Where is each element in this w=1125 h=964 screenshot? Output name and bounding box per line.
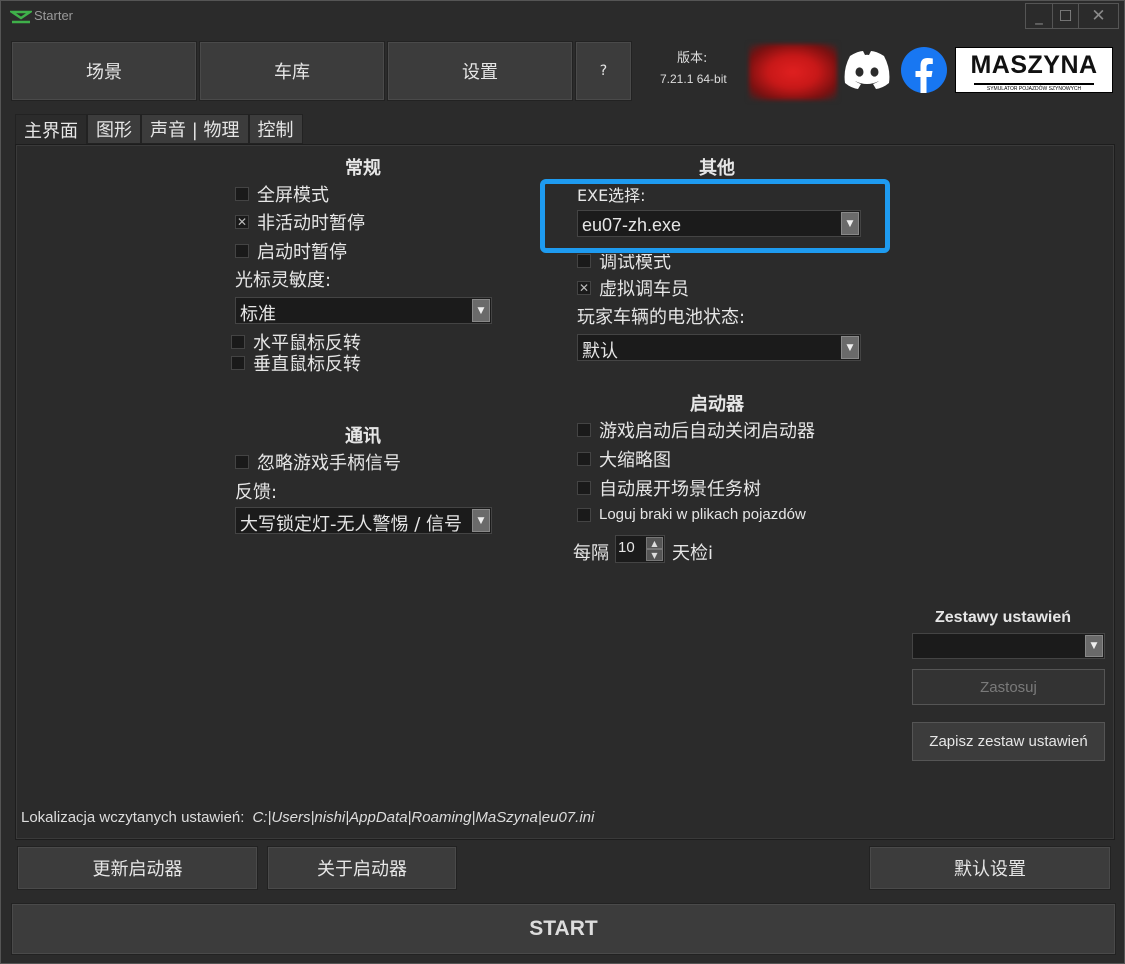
- feedback-select[interactable]: 大写锁定灯-无人警惕 / 信号 ▼: [235, 507, 492, 535]
- maximize-button[interactable]: ☐: [1052, 4, 1078, 28]
- ignore-gamepad-checkbox[interactable]: [235, 455, 249, 469]
- battery-state-select[interactable]: 默认 ▼: [577, 334, 861, 362]
- expand-tree-option[interactable]: 自动展开场景任务树: [577, 475, 761, 501]
- pause-inactive-checkbox[interactable]: ✕: [235, 215, 249, 229]
- ignore-gamepad-label: 忽略游戏手柄信号: [257, 453, 401, 474]
- close-button[interactable]: ✕: [1078, 4, 1118, 28]
- virtual-dispatcher-checkbox[interactable]: ✕: [577, 281, 591, 295]
- save-preset-button[interactable]: Zapisz zestaw ustawień: [912, 722, 1105, 761]
- update-launcher-button[interactable]: 更新启动器: [17, 846, 258, 890]
- chevron-up-icon[interactable]: ▲: [646, 537, 663, 549]
- log-missing-label: Loguj braki w plikach pojazdów: [599, 506, 806, 523]
- large-thumbnails-option[interactable]: 大缩略图: [577, 446, 671, 472]
- comm-heading: 通讯: [345, 426, 381, 447]
- mouse-sensitivity-value: 标准: [240, 304, 276, 325]
- expand-tree-checkbox[interactable]: [577, 481, 591, 495]
- start-button[interactable]: START: [11, 903, 1116, 955]
- pause-inactive-label: 非活动时暂停: [257, 213, 365, 234]
- chevron-down-icon[interactable]: ▼: [472, 509, 490, 532]
- pause-start-option[interactable]: 启动时暂停: [235, 238, 347, 264]
- check-interval-stepper[interactable]: 10 ▲ ▼: [615, 535, 665, 563]
- invert-vertical-checkbox[interactable]: [231, 356, 245, 370]
- auto-close-label: 游戏启动后自动关闭启动器: [599, 421, 815, 442]
- starter-window: Starter _ ☐ ✕ 场景 车库 设置 ? 版本: 7.21.1 64-b…: [0, 0, 1125, 964]
- auto-close-option[interactable]: 游戏启动后自动关闭启动器: [577, 417, 815, 443]
- depot-button[interactable]: 车库: [199, 41, 385, 101]
- chevron-down-icon[interactable]: ▼: [646, 549, 663, 561]
- virtual-dispatcher-label: 虚拟调车员: [599, 279, 689, 300]
- redacted-logo: [749, 44, 837, 100]
- tab-sound-physics[interactable]: 声音 | 物理: [141, 114, 249, 144]
- maszyna-logo-subtitle: SYMULATOR POJAZDÓW SZYNOWYCH: [974, 83, 1094, 92]
- settings-tabs: 主界面 图形 声音 | 物理 控制: [15, 114, 303, 145]
- scenes-button[interactable]: 场景: [11, 41, 197, 101]
- minimize-button[interactable]: _: [1026, 4, 1052, 28]
- invert-vertical-label: 垂直鼠标反转: [253, 354, 361, 375]
- chevron-down-icon[interactable]: ▼: [841, 336, 859, 359]
- maszyna-logo[interactable]: MASZYNA SYMULATOR POJAZDÓW SZYNOWYCH: [955, 47, 1113, 93]
- debug-mode-checkbox[interactable]: [577, 254, 591, 268]
- check-interval-value: 10: [618, 539, 635, 556]
- general-heading: 常规: [345, 158, 381, 179]
- pause-inactive-option[interactable]: ✕ 非活动时暂停: [235, 209, 365, 235]
- chevron-down-icon[interactable]: ▼: [472, 299, 490, 322]
- feedback-label: 反馈:: [235, 482, 278, 503]
- discord-icon[interactable]: [841, 47, 893, 93]
- mouse-sensitivity-select[interactable]: 标准 ▼: [235, 297, 492, 325]
- presets-select[interactable]: ▼: [912, 633, 1105, 659]
- title-bar: Starter _ ☐ ✕: [1, 1, 1124, 33]
- battery-state-value: 默认: [582, 341, 618, 362]
- version-value: 7.21.1 64-bit: [660, 72, 727, 86]
- app-logo-icon: [10, 10, 32, 24]
- large-thumbnails-checkbox[interactable]: [577, 452, 591, 466]
- expand-tree-label: 自动展开场景任务树: [599, 479, 761, 500]
- facebook-icon[interactable]: [901, 47, 947, 93]
- settings-button[interactable]: 设置: [387, 41, 573, 101]
- default-settings-button[interactable]: 默认设置: [869, 846, 1111, 890]
- launcher-heading: 启动器: [690, 394, 744, 415]
- window-controls: _ ☐ ✕: [1025, 3, 1119, 29]
- log-missing-checkbox[interactable]: [577, 507, 591, 522]
- exe-select-highlight: [540, 179, 890, 253]
- presets-heading: Zestawy ustawień: [935, 609, 1072, 626]
- help-button[interactable]: ?: [575, 41, 632, 101]
- tab-graphics[interactable]: 图形: [87, 114, 141, 144]
- chevron-down-icon[interactable]: ▼: [1085, 635, 1103, 657]
- mouse-sensitivity-label: 光标灵敏度:: [235, 270, 332, 291]
- ignore-gamepad-option[interactable]: 忽略游戏手柄信号: [235, 449, 401, 475]
- auto-close-checkbox[interactable]: [577, 423, 591, 437]
- battery-state-label: 玩家车辆的电池状态:: [577, 307, 746, 328]
- settings-location: Lokalizacja wczytanych ustawień: C:|Users…: [21, 809, 594, 826]
- other-heading: 其他: [699, 158, 735, 179]
- stepper-arrows: ▲ ▼: [646, 537, 663, 561]
- fullscreen-label: 全屏模式: [257, 185, 329, 206]
- check-interval-suffix: 天检i: [672, 543, 714, 564]
- invert-vertical-option[interactable]: 垂直鼠标反转: [231, 350, 361, 376]
- fullscreen-checkbox[interactable]: [235, 187, 249, 201]
- maszyna-logo-text: MASZYNA: [970, 51, 1098, 79]
- pause-start-label: 启动时暂停: [257, 242, 347, 263]
- log-missing-option[interactable]: Loguj braki w plikach pojazdów: [577, 506, 806, 523]
- feedback-value: 大写锁定灯-无人警惕 / 信号: [240, 514, 463, 535]
- fullscreen-option[interactable]: 全屏模式: [235, 181, 329, 207]
- settings-location-path: C:|Users|nishi|AppData|Roaming|MaSzyna|e…: [252, 809, 595, 826]
- settings-location-label: Lokalizacja wczytanych ustawień:: [21, 809, 245, 826]
- check-interval-prefix: 每隔: [573, 543, 609, 564]
- virtual-dispatcher-option[interactable]: ✕ 虚拟调车员: [577, 275, 689, 301]
- invert-horizontal-checkbox[interactable]: [231, 335, 245, 349]
- large-thumbnails-label: 大缩略图: [599, 450, 671, 471]
- apply-preset-button[interactable]: Zastosuj: [912, 669, 1105, 705]
- pause-start-checkbox[interactable]: [235, 244, 249, 258]
- about-launcher-button[interactable]: 关于启动器: [267, 846, 457, 890]
- tab-controls[interactable]: 控制: [248, 114, 303, 144]
- tab-main[interactable]: 主界面: [15, 114, 87, 145]
- window-title: Starter: [34, 8, 74, 23]
- version-label: 版本:: [677, 51, 708, 66]
